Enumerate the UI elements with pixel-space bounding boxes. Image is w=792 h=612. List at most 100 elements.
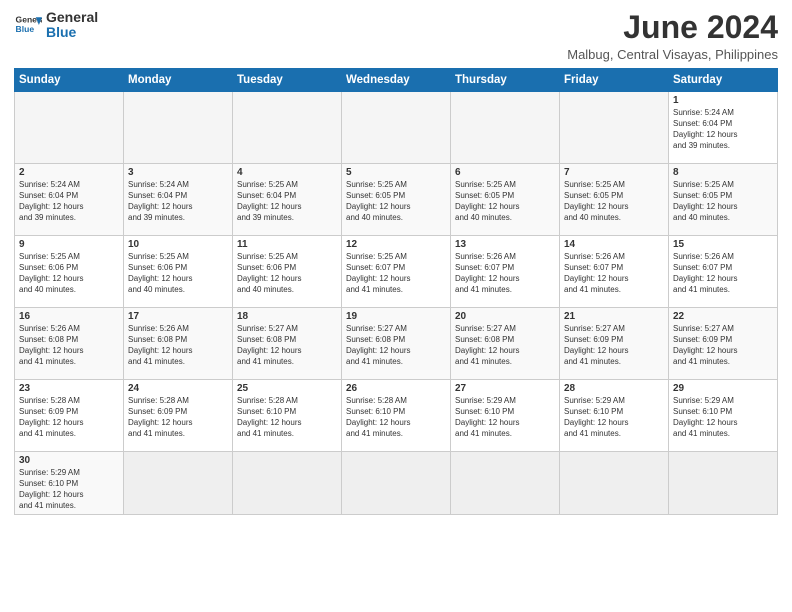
calendar-week-row: 16Sunrise: 5:26 AM Sunset: 6:08 PM Dayli… (15, 308, 778, 380)
calendar-week-row: 30 Sunrise: 5:29 AM Sunset: 6:10 PM Dayli… (15, 452, 778, 515)
calendar-cell: 13 Sunrise: 5:26 AM Sunset: 6:07 PM Dayli… (451, 236, 560, 308)
day-number: 8 (673, 167, 773, 178)
calendar-cell: 21Sunrise: 5:27 AM Sunset: 6:09 PM Dayli… (560, 308, 669, 380)
day-info: Sunrise: 5:29 AM Sunset: 6:10 PM Dayligh… (564, 396, 664, 439)
day-number: 4 (237, 167, 337, 178)
day-info: Sunrise: 5:28 AM Sunset: 6:10 PM Dayligh… (237, 396, 337, 439)
day-number: 27 (455, 383, 555, 394)
calendar-subtitle: Malbug, Central Visayas, Philippines (567, 47, 778, 62)
col-wednesday: Wednesday (342, 69, 451, 92)
calendar-cell: 25 Sunrise: 5:28 AM Sunset: 6:10 PM Dayli… (233, 380, 342, 452)
day-info: Sunrise: 5:28 AM Sunset: 6:10 PM Dayligh… (346, 396, 446, 439)
logo-general: General (46, 10, 98, 25)
day-info: Sunrise: 5:26 AM Sunset: 6:08 PM Dayligh… (128, 324, 228, 367)
calendar-cell: 18 Sunrise: 5:27 AM Sunset: 6:08 PM Dayli… (233, 308, 342, 380)
day-info: Sunrise: 5:26 AM Sunset: 6:08 PM Dayligh… (19, 324, 119, 367)
day-info: Sunrise: 5:27 AM Sunset: 6:08 PM Dayligh… (346, 324, 446, 367)
calendar-cell: 30 Sunrise: 5:29 AM Sunset: 6:10 PM Dayli… (15, 452, 124, 515)
calendar-page: General Blue General Blue June 2024 Malb… (0, 0, 792, 612)
logo-icon: General Blue (14, 11, 42, 39)
day-info: Sunrise: 5:24 AM Sunset: 6:04 PM Dayligh… (128, 180, 228, 223)
day-info: Sunrise: 5:25 AM Sunset: 6:06 PM Dayligh… (237, 252, 337, 295)
calendar-cell: 17 Sunrise: 5:26 AM Sunset: 6:08 PM Dayli… (124, 308, 233, 380)
day-number: 3 (128, 167, 228, 178)
calendar-cell: 15 Sunrise: 5:26 AM Sunset: 6:07 PM Dayli… (669, 236, 778, 308)
header: General Blue General Blue June 2024 Malb… (14, 10, 778, 62)
day-info: Sunrise: 5:25 AM Sunset: 6:05 PM Dayligh… (673, 180, 773, 223)
day-number: 14 (564, 239, 664, 250)
day-number: 26 (346, 383, 446, 394)
day-number: 2 (19, 167, 119, 178)
calendar-cell (124, 92, 233, 164)
day-info: Sunrise: 5:29 AM Sunset: 6:10 PM Dayligh… (19, 468, 119, 511)
calendar-cell: 8 Sunrise: 5:25 AM Sunset: 6:05 PM Daylig… (669, 164, 778, 236)
calendar-cell: 14Sunrise: 5:26 AM Sunset: 6:07 PM Dayli… (560, 236, 669, 308)
day-number: 18 (237, 311, 337, 322)
day-info: Sunrise: 5:27 AM Sunset: 6:08 PM Dayligh… (455, 324, 555, 367)
calendar-cell: 27 Sunrise: 5:29 AM Sunset: 6:10 PM Dayli… (451, 380, 560, 452)
day-number: 10 (128, 239, 228, 250)
col-monday: Monday (124, 69, 233, 92)
col-tuesday: Tuesday (233, 69, 342, 92)
day-number: 25 (237, 383, 337, 394)
calendar-cell: 26 Sunrise: 5:28 AM Sunset: 6:10 PM Dayli… (342, 380, 451, 452)
day-number: 12 (346, 239, 446, 250)
day-number: 9 (19, 239, 119, 250)
calendar-cell (124, 452, 233, 515)
day-info: Sunrise: 5:29 AM Sunset: 6:10 PM Dayligh… (455, 396, 555, 439)
calendar-cell: 2Sunrise: 5:24 AM Sunset: 6:04 PM Daylig… (15, 164, 124, 236)
day-number: 1 (673, 95, 773, 106)
day-info: Sunrise: 5:25 AM Sunset: 6:05 PM Dayligh… (346, 180, 446, 223)
calendar-cell: 7Sunrise: 5:25 AM Sunset: 6:05 PM Daylig… (560, 164, 669, 236)
calendar-cell: 9 Sunrise: 5:25 AM Sunset: 6:06 PM Daylig… (15, 236, 124, 308)
calendar-cell: 19 Sunrise: 5:27 AM Sunset: 6:08 PM Dayli… (342, 308, 451, 380)
calendar-cell: 23 Sunrise: 5:28 AM Sunset: 6:09 PM Dayli… (15, 380, 124, 452)
day-info: Sunrise: 5:26 AM Sunset: 6:07 PM Dayligh… (455, 252, 555, 295)
day-info: Sunrise: 5:26 AM Sunset: 6:07 PM Dayligh… (673, 252, 773, 295)
calendar-cell: 6 Sunrise: 5:25 AM Sunset: 6:05 PM Daylig… (451, 164, 560, 236)
calendar-cell (233, 92, 342, 164)
calendar-cell: 12Sunrise: 5:25 AM Sunset: 6:07 PM Dayli… (342, 236, 451, 308)
day-number: 22 (673, 311, 773, 322)
day-info: Sunrise: 5:27 AM Sunset: 6:08 PM Dayligh… (237, 324, 337, 367)
day-number: 17 (128, 311, 228, 322)
calendar-cell (560, 452, 669, 515)
calendar-cell (233, 452, 342, 515)
calendar-cell (342, 452, 451, 515)
day-number: 6 (455, 167, 555, 178)
calendar-cell: 1Sunrise: 5:24 AM Sunset: 6:04 PM Daylig… (669, 92, 778, 164)
day-number: 28 (564, 383, 664, 394)
calendar-cell: 11 Sunrise: 5:25 AM Sunset: 6:06 PM Dayli… (233, 236, 342, 308)
day-number: 19 (346, 311, 446, 322)
day-number: 13 (455, 239, 555, 250)
calendar-week-row: 2 Sunrise: 5:24 AM Sunset: 6:04 PM Daylig… (15, 164, 778, 236)
calendar-cell (342, 92, 451, 164)
day-number: 11 (237, 239, 337, 250)
calendar-cell: 28 Sunrise: 5:29 AM Sunset: 6:10 PM Dayli… (560, 380, 669, 452)
day-info: Sunrise: 5:25 AM Sunset: 6:06 PM Dayligh… (128, 252, 228, 295)
day-info: Sunrise: 5:29 AM Sunset: 6:10 PM Dayligh… (673, 396, 773, 439)
calendar-week-row: 1Sunrise: 5:24 AM Sunset: 6:04 PM Daylig… (15, 92, 778, 164)
day-info: Sunrise: 5:25 AM Sunset: 6:05 PM Dayligh… (455, 180, 555, 223)
calendar-week-row: 23 Sunrise: 5:28 AM Sunset: 6:09 PM Dayli… (15, 380, 778, 452)
calendar-cell: 10 Sunrise: 5:25 AM Sunset: 6:06 PM Dayli… (124, 236, 233, 308)
col-friday: Friday (560, 69, 669, 92)
header-row: Sunday Monday Tuesday Wednesday Thursday… (15, 69, 778, 92)
logo: General Blue General Blue (14, 10, 98, 41)
logo-blue: Blue (46, 25, 98, 40)
calendar-cell: 20Sunrise: 5:27 AM Sunset: 6:08 PM Dayli… (451, 308, 560, 380)
day-info: Sunrise: 5:25 AM Sunset: 6:05 PM Dayligh… (564, 180, 664, 223)
day-number: 15 (673, 239, 773, 250)
day-number: 29 (673, 383, 773, 394)
day-number: 24 (128, 383, 228, 394)
calendar-cell (15, 92, 124, 164)
calendar-cell (560, 92, 669, 164)
day-info: Sunrise: 5:25 AM Sunset: 6:06 PM Dayligh… (19, 252, 119, 295)
day-number: 30 (19, 455, 119, 466)
day-info: Sunrise: 5:27 AM Sunset: 6:09 PM Dayligh… (564, 324, 664, 367)
day-number: 23 (19, 383, 119, 394)
calendar-cell (451, 92, 560, 164)
day-info: Sunrise: 5:25 AM Sunset: 6:04 PM Dayligh… (237, 180, 337, 223)
day-info: Sunrise: 5:28 AM Sunset: 6:09 PM Dayligh… (19, 396, 119, 439)
day-info: Sunrise: 5:27 AM Sunset: 6:09 PM Dayligh… (673, 324, 773, 367)
